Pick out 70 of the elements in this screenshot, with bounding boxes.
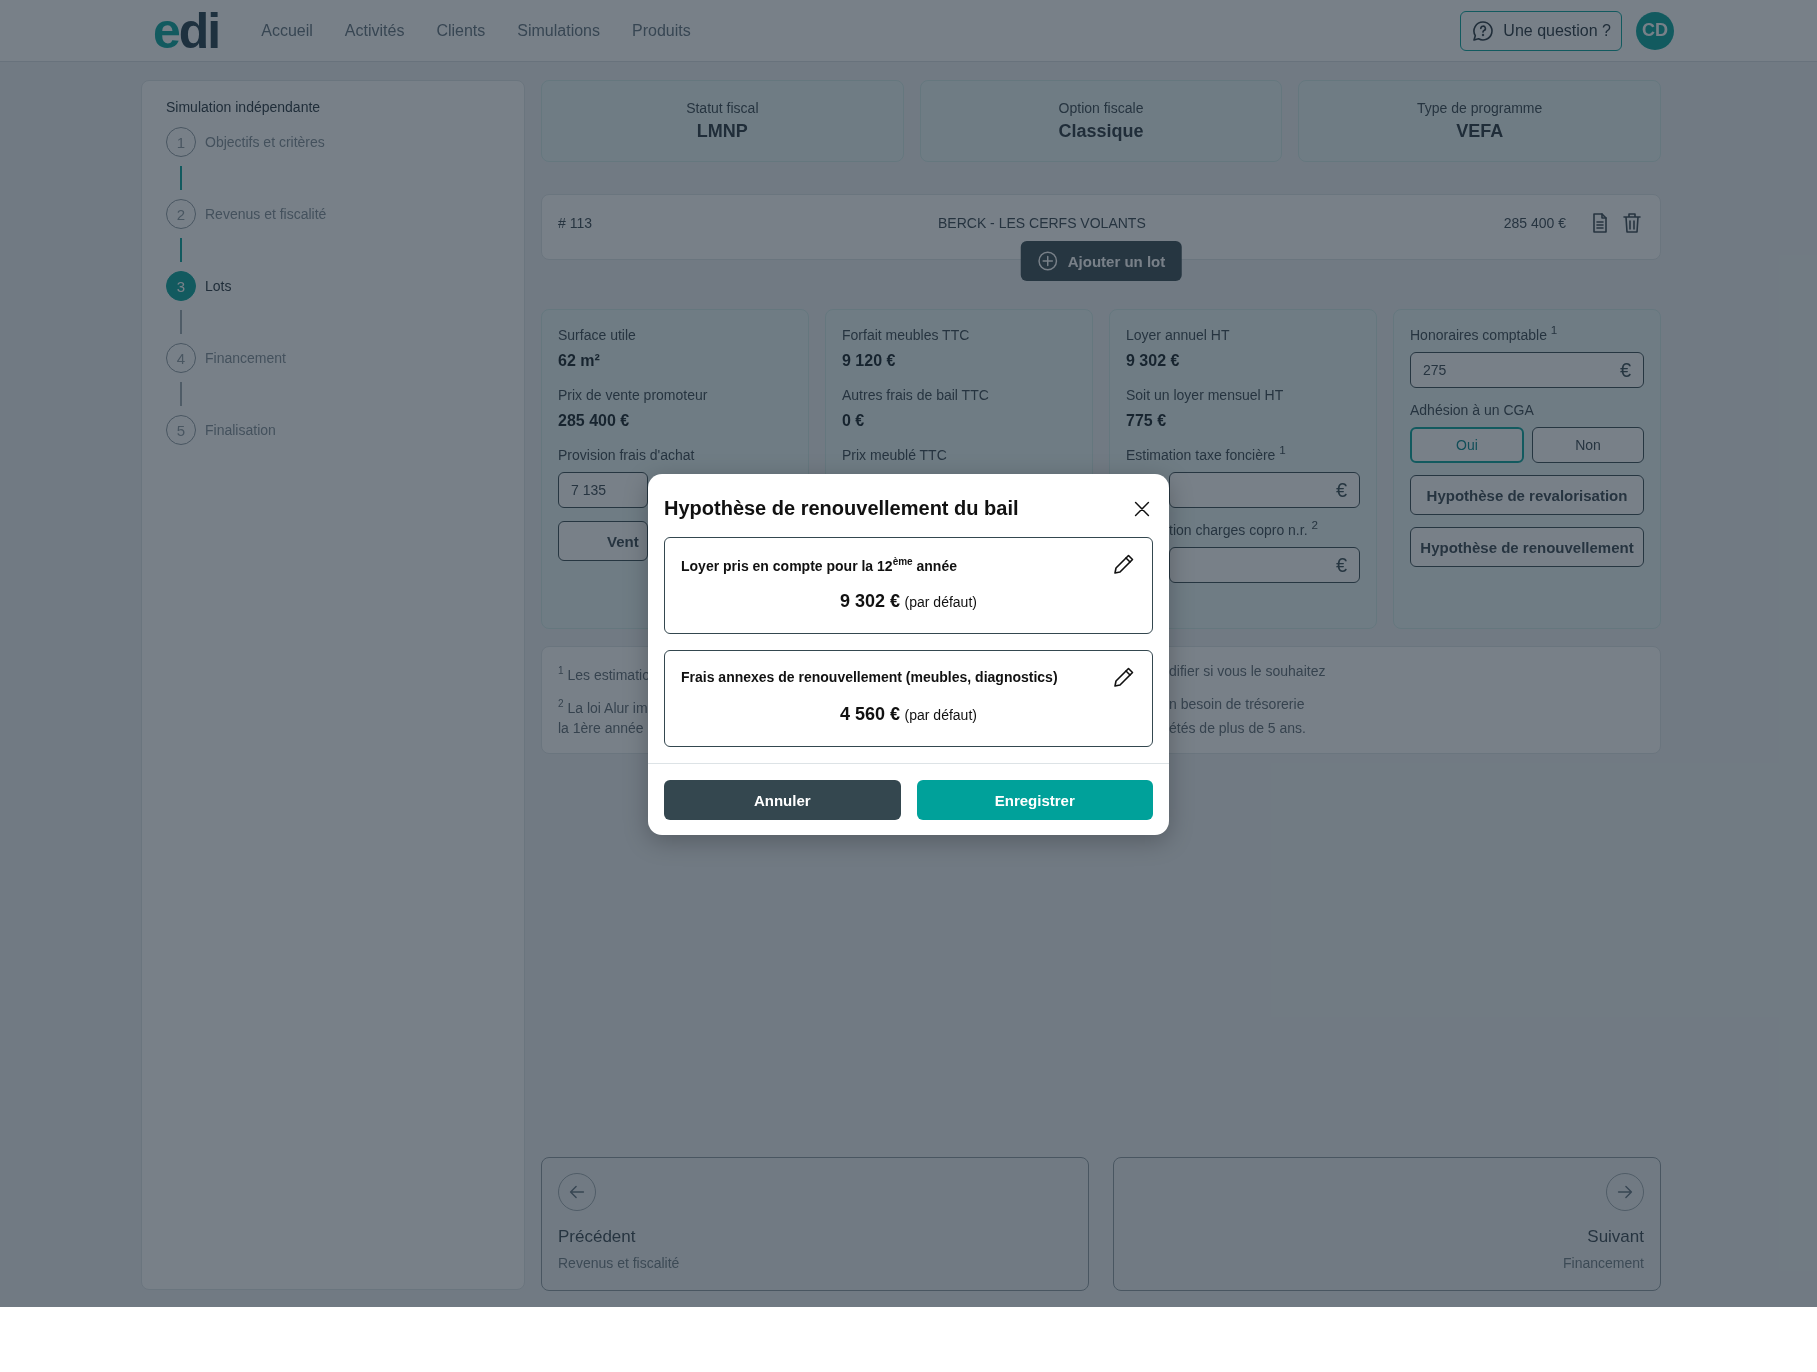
default-note: (par défaut)	[904, 707, 977, 723]
nav-title: Précédent	[558, 1227, 637, 1247]
pencil-icon[interactable]	[1112, 665, 1136, 689]
summary-label: Statut fiscal	[686, 100, 759, 116]
chat-question-icon	[1471, 18, 1496, 43]
field-value: 285 400 €	[558, 412, 631, 430]
amount-value: 9 302 €	[840, 591, 901, 611]
logo: edi	[153, 5, 220, 56]
toggle-option[interactable]: Non	[1532, 427, 1644, 463]
trash-icon[interactable]	[1620, 211, 1644, 235]
nav-link[interactable]: Simulations	[517, 21, 600, 40]
field-label: Soit un loyer mensuel HT	[1126, 386, 1285, 404]
step-number: 3	[166, 271, 196, 301]
field-value: 9 120 €	[842, 352, 897, 370]
nav-link[interactable]: Activités	[344, 21, 405, 40]
action-button[interactable]: Vent	[558, 521, 648, 561]
field-label: Provision frais d'achat	[558, 446, 696, 464]
nav-link[interactable]: Clients	[436, 21, 486, 40]
cancel-button[interactable]: Annuler	[664, 780, 901, 820]
field-value: 62 m²	[558, 352, 601, 370]
field-label: Loyer annuel HT	[1126, 326, 1231, 344]
modal-title: Hypothèse de renouvellement du bail	[664, 497, 1019, 520]
footnote-text: $^{1}$ Les estimatio	[558, 664, 650, 685]
field-label: Surface utile	[558, 326, 637, 344]
lot-name: BERCK - LES CERFS VOLANTS	[938, 215, 1147, 231]
footnote-text: la 1ère année	[558, 719, 644, 739]
input-field[interactable]: €	[1169, 472, 1360, 508]
action-button[interactable]: Hypothèse de revalorisation	[1410, 475, 1644, 515]
field-value: 0 €	[842, 412, 866, 430]
add-lot-button[interactable]: Ajouter un lot	[1020, 241, 1182, 281]
field-label: Forfait meubles TTC	[842, 326, 971, 344]
input-field[interactable]: 7 135	[558, 472, 648, 508]
help-button[interactable]: Une question ?	[1460, 10, 1622, 51]
summary-value: Classique	[1058, 121, 1144, 142]
step-label[interactable]: Lots	[205, 278, 232, 294]
save-button[interactable]: Enregistrer	[916, 780, 1153, 820]
nav-link[interactable]: Accueil	[261, 21, 313, 40]
field-value: 775 €	[1126, 412, 1168, 430]
nav-title: Suivant	[1587, 1227, 1644, 1247]
value-label: Frais annexes de renouvellement (meubles, diagnostics)	[681, 669, 1058, 685]
action-button[interactable]: Hypothèse de renouvellement	[1410, 527, 1644, 567]
footnote-text: n besoin de trésorerie	[1169, 694, 1305, 714]
default-note: (par défaut)	[904, 594, 977, 610]
field-label: Honoraires comptable $^{1}$	[1410, 326, 1559, 344]
plus-circle-icon	[1036, 250, 1059, 272]
field-label: Estimation taxe foncière $^{1}$	[1126, 446, 1287, 464]
footnote-text: étés de plus de 5 ans.	[1169, 719, 1306, 739]
input-field[interactable]: 275 €	[1410, 352, 1644, 388]
field-label: Prix de vente promoteur	[558, 386, 709, 404]
input-field[interactable]: €	[1169, 547, 1360, 583]
pencil-icon[interactable]	[1112, 552, 1136, 576]
toggle-option[interactable]: Oui	[1410, 427, 1524, 463]
field-label: Autres frais de bail TTC	[842, 386, 990, 404]
lot-number: # 113	[558, 215, 593, 231]
summary-value: VEFA	[1456, 121, 1504, 142]
summary-label: Type de programme	[1417, 100, 1543, 116]
field-value: 9 302 €	[1126, 352, 1181, 370]
footnote-text: $^{2}$ La loi Alur im	[558, 696, 648, 718]
lot-price: 285 400 €	[1503, 215, 1566, 231]
field-label: Prix meublé TTC	[842, 446, 948, 464]
avatar[interactable]: CD	[1636, 11, 1674, 50]
footnote-text: difier si vous le souhaitez	[1169, 662, 1326, 681]
amount-value: 4 560 €	[840, 704, 901, 724]
field-label: Adhésion à un CGA	[1410, 401, 1535, 419]
nav-link[interactable]: Produits	[632, 21, 691, 40]
summary-value: LMNP	[696, 121, 748, 142]
summary-label: Option fiscale	[1058, 100, 1144, 116]
sidebar-title: Simulation indépendante	[166, 99, 322, 115]
field-label: tion charges copro n.r. $^{2}$	[1168, 521, 1319, 539]
value-label: Loyer pris en compte pour la 12$^{ème}$ année	[681, 556, 957, 574]
